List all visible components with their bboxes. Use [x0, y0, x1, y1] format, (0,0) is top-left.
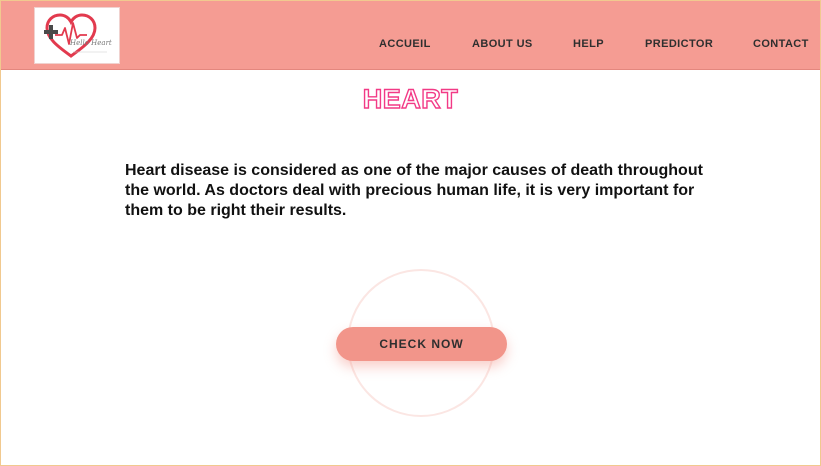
page-title: HEART [362, 83, 459, 114]
nav-link-help[interactable]: HELP [573, 38, 604, 50]
nav-link-predictor[interactable]: PREDICTOR [645, 38, 713, 50]
app-window: Hello Heart ACCUEIL ABOUT US HELP PREDIC… [0, 0, 821, 466]
nav-link-accueil[interactable]: ACCUEIL [379, 38, 431, 50]
heart-pulse-icon [44, 13, 107, 58]
nav-link-contact[interactable]: CONTACT [753, 38, 809, 50]
check-now-button[interactable]: CHECK NOW [336, 327, 507, 361]
intro-description: Heart disease is considered as one of th… [125, 162, 703, 219]
brand-logo[interactable]: Hello Heart [34, 7, 120, 64]
top-navbar: Hello Heart ACCUEIL ABOUT US HELP PREDIC… [1, 1, 820, 70]
logo-text: Hello Heart [70, 39, 112, 47]
nav-link-about-us[interactable]: ABOUT US [472, 38, 533, 50]
